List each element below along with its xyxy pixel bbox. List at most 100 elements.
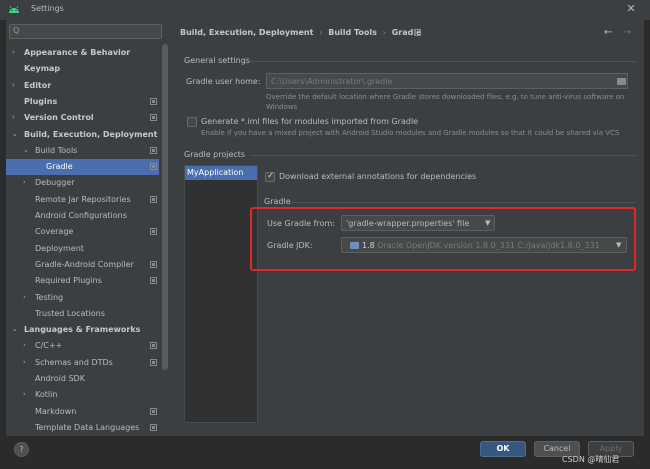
project-scope-icon xyxy=(150,228,157,236)
sidebar-item-label: Coverage xyxy=(35,227,74,237)
sidebar-scrollbar[interactable] xyxy=(162,44,168,370)
sidebar-item-plugins[interactable]: Plugins xyxy=(6,94,159,110)
chevron-down-icon[interactable]: ⌄ xyxy=(23,146,29,154)
search-input[interactable] xyxy=(26,26,156,37)
sidebar-item-label: Testing xyxy=(35,292,64,302)
sidebar-item-testing[interactable]: › Testing xyxy=(6,290,159,306)
sidebar-item-gradle[interactable]: Gradle xyxy=(6,159,159,176)
sidebar-item-label: Plugins xyxy=(24,96,58,106)
gradle-user-home-field[interactable] xyxy=(266,73,628,89)
chevron-down-icon[interactable]: ⌄ xyxy=(12,130,18,138)
help-button[interactable]: ? xyxy=(14,442,29,457)
project-scope-icon xyxy=(150,163,157,171)
sidebar-item-build-tools[interactable]: ⌄ Build Tools xyxy=(6,143,159,159)
sidebar-item-trusted-locations[interactable]: Trusted Locations xyxy=(6,306,159,322)
breadcrumb-separator: › xyxy=(319,28,323,37)
breadcrumb-separator: › xyxy=(382,28,386,37)
sidebar-item-deployment[interactable]: Deployment xyxy=(6,241,159,257)
sidebar-item-label: Appearance & Behavior xyxy=(24,48,131,57)
sidebar-item-debugger[interactable]: › Debugger xyxy=(6,175,159,191)
project-scope-icon xyxy=(150,407,157,415)
watermark: CSDN @晴仙君 xyxy=(562,455,620,464)
generate-iml-label: Generate *.iml files for modules importe… xyxy=(201,117,419,126)
project-item-myapplication[interactable]: MyApplication xyxy=(185,166,257,180)
sidebar-item-required-plugins[interactable]: Required Plugins xyxy=(6,273,159,289)
gradle-projects-heading: Gradle projects xyxy=(184,150,246,159)
search-icon: Q xyxy=(13,26,20,35)
sidebar-item-label: Version Control xyxy=(24,113,94,123)
sidebar-item-coverage[interactable]: Coverage xyxy=(6,224,159,240)
title-bar: Settings ✕ xyxy=(0,0,650,20)
sidebar-item-label: Editor xyxy=(24,80,52,90)
sidebar-item-label: Debugger xyxy=(35,178,75,188)
sidebar-item-label: Markdown xyxy=(35,406,77,416)
breadcrumb-item[interactable]: Build Tools xyxy=(328,28,377,37)
project-scope-icon xyxy=(150,260,157,268)
sidebar-item-label: Build Tools xyxy=(35,145,78,155)
chevron-down-icon[interactable]: ⌄ xyxy=(12,325,18,333)
chevron-right-icon[interactable]: › xyxy=(12,48,15,56)
project-scope-icon xyxy=(150,277,157,285)
sidebar-item-keymap[interactable]: Keymap xyxy=(6,61,159,77)
project-scope-icon xyxy=(150,342,157,350)
sidebar-item-label: Gradle-Android Compiler xyxy=(35,259,134,269)
sidebar-item-android-configurations[interactable]: Android Configurations xyxy=(6,208,159,224)
chevron-right-icon[interactable]: › xyxy=(12,113,15,121)
sidebar-item-label: Android SDK xyxy=(35,374,85,383)
sidebar-item-android-sdk[interactable]: Android SDK xyxy=(6,371,159,387)
sidebar-item-label: Kotlin xyxy=(35,390,58,400)
chevron-right-icon[interactable]: › xyxy=(23,358,26,366)
chevron-right-icon[interactable]: › xyxy=(23,390,26,398)
sidebar-item-gradle-android-compiler[interactable]: Gradle-Android Compiler xyxy=(6,257,159,273)
sidebar-item-label: Schemas and DTDs xyxy=(35,357,113,367)
sidebar-item-label: Trusted Locations xyxy=(35,308,105,318)
sidebar-item-c-c[interactable]: › C/C++ xyxy=(6,338,159,354)
section-divider xyxy=(250,61,636,62)
android-icon xyxy=(9,5,19,13)
project-scope-icon xyxy=(150,97,157,105)
ok-button[interactable]: OK xyxy=(480,441,526,457)
gradle-projects-list xyxy=(184,165,258,423)
sidebar-item-kotlin[interactable]: › Kotlin xyxy=(6,387,159,403)
project-scope-icon xyxy=(150,146,157,154)
forward-arrow-icon[interactable]: → xyxy=(623,27,631,38)
sidebar-item-languages-frameworks[interactable]: ⌄ Languages & Frameworks xyxy=(6,322,159,338)
generate-iml-checkbox[interactable] xyxy=(187,117,197,127)
chevron-right-icon[interactable]: › xyxy=(12,81,15,89)
sidebar-item-label: Android Configurations xyxy=(35,211,127,220)
project-item-label: MyApplication xyxy=(187,168,244,177)
sidebar-item-version-control[interactable]: › Version Control xyxy=(6,110,159,126)
project-scope-icon xyxy=(150,423,157,431)
sidebar-item-editor[interactable]: › Editor xyxy=(6,78,159,94)
sidebar-item-label: Remote Jar Repositories xyxy=(35,194,131,204)
general-settings-heading: General settings xyxy=(184,56,250,65)
sidebar-item-label: C/C++ xyxy=(35,341,63,351)
sidebar-item-label: Gradle xyxy=(46,162,73,172)
gradle-group-heading: Gradle xyxy=(264,197,291,206)
gradle-user-home-input[interactable] xyxy=(267,74,627,88)
breadcrumb-item[interactable]: Build, Execution, Deployment xyxy=(180,28,313,37)
sidebar-item-schemas-and-dtds[interactable]: › Schemas and DTDs xyxy=(6,355,159,371)
annotation-highlight-box xyxy=(250,207,636,271)
sidebar-item-appearance-behavior[interactable]: › Appearance & Behavior xyxy=(6,45,159,61)
breadcrumb: Build, Execution, Deployment › Build Too… xyxy=(180,28,425,37)
generate-iml-hint: Enable if you have a mixed project with … xyxy=(201,129,620,137)
sidebar-item-build-execution-deployment[interactable]: ⌄ Build, Execution, Deployment xyxy=(6,127,159,143)
download-annotations-label: Download external annotations for depend… xyxy=(279,172,477,181)
sidebar-item-label: Required Plugins xyxy=(35,276,102,286)
chevron-right-icon[interactable]: › xyxy=(23,178,26,186)
download-annotations-checkbox[interactable] xyxy=(265,171,275,182)
project-scope-icon xyxy=(150,195,157,203)
sidebar-item-template-data-languages[interactable]: Template Data Languages xyxy=(6,420,159,436)
back-arrow-icon[interactable]: ← xyxy=(604,27,612,38)
project-scope-icon xyxy=(150,114,157,122)
chevron-right-icon[interactable]: › xyxy=(23,293,26,301)
sidebar-item-remote-jar-repositories[interactable]: Remote Jar Repositories xyxy=(6,192,159,208)
window-title: Settings xyxy=(31,4,64,13)
folder-icon[interactable] xyxy=(617,78,626,85)
chevron-right-icon[interactable]: › xyxy=(23,341,26,349)
gradle-user-home-hint: Override the default location where Grad… xyxy=(266,93,625,111)
close-icon[interactable]: ✕ xyxy=(624,2,638,16)
sidebar-item-markdown[interactable]: Markdown xyxy=(6,404,159,420)
search-field[interactable]: Q xyxy=(9,24,162,39)
